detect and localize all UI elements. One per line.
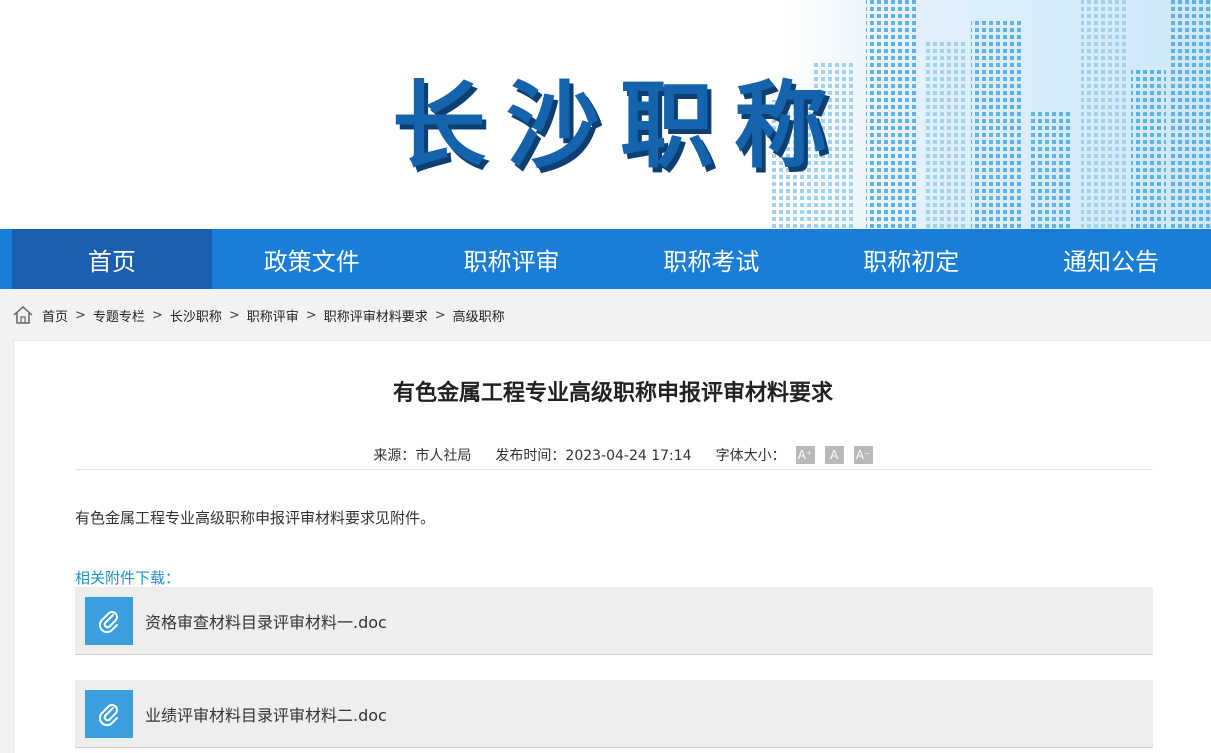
article-date: 发布时间：2023-04-24 17:14 bbox=[495, 448, 692, 464]
breadcrumb-separator: > bbox=[305, 307, 317, 323]
breadcrumb-item-materials[interactable]: 职称评审材料要求 bbox=[324, 306, 428, 325]
attachments-heading: 相关附件下载： bbox=[75, 569, 181, 587]
breadcrumb-item-topics[interactable]: 专题专栏 bbox=[93, 306, 145, 325]
breadcrumb-item-changsha[interactable]: 长沙职称 bbox=[170, 306, 222, 325]
home-icon[interactable] bbox=[12, 305, 34, 325]
breadcrumb-item-senior[interactable]: 高级职称 bbox=[453, 306, 505, 325]
article-meta: 来源：市人社局 发布时间：2023-04-24 17:14 字体大小： A⁺ A… bbox=[14, 445, 1211, 465]
attachment-link[interactable]: 资格审查材料目录评审材料一.doc bbox=[145, 609, 387, 633]
nav-item-initial[interactable]: 职称初定 bbox=[811, 229, 1011, 289]
paperclip-icon bbox=[85, 596, 133, 645]
font-default-button[interactable]: A bbox=[824, 446, 844, 464]
paperclip-icon bbox=[85, 689, 133, 738]
nav-item-notices[interactable]: 通知公告 bbox=[1011, 229, 1211, 289]
breadcrumb-separator: > bbox=[228, 307, 240, 323]
banner-title: 长沙职称 bbox=[392, 72, 849, 181]
meta-divider bbox=[75, 469, 1153, 470]
nav-item-home[interactable]: 首页 bbox=[12, 229, 212, 289]
breadcrumb-separator: > bbox=[151, 307, 163, 323]
main-nav: 首页 政策文件 职称评审 职称考试 职称初定 通知公告 bbox=[0, 229, 1211, 289]
article-panel: 有色金属工程专业高级职称申报评审材料要求 来源：市人社局 发布时间：2023-0… bbox=[13, 340, 1211, 753]
article-body: 有色金属工程专业高级职称申报评审材料要求见附件。 bbox=[75, 509, 436, 527]
nav-item-policy[interactable]: 政策文件 bbox=[212, 229, 412, 289]
nav-item-review[interactable]: 职称评审 bbox=[412, 229, 612, 289]
site-banner: 长沙职称 bbox=[0, 0, 1211, 229]
font-decrease-button[interactable]: A⁻ bbox=[853, 446, 873, 464]
font-increase-button[interactable]: A⁺ bbox=[795, 446, 815, 464]
font-size-label: 字体大小： bbox=[715, 448, 786, 464]
breadcrumb-separator: > bbox=[75, 307, 86, 323]
attachment-link[interactable]: 业绩评审材料目录评审材料二.doc bbox=[145, 702, 387, 726]
breadcrumb-separator: > bbox=[434, 307, 446, 323]
attachment-item[interactable]: 业绩评审材料目录评审材料二.doc bbox=[75, 680, 1153, 748]
breadcrumb: 首页 > 专题专栏 > 长沙职称 > 职称评审 > 职称评审材料要求 > 高级职… bbox=[12, 300, 505, 330]
breadcrumb-item-review[interactable]: 职称评审 bbox=[247, 306, 299, 325]
article-title: 有色金属工程专业高级职称申报评审材料要求 bbox=[392, 381, 833, 406]
nav-item-exam[interactable]: 职称考试 bbox=[611, 229, 811, 289]
article-source: 来源：市人社局 bbox=[373, 448, 472, 464]
breadcrumb-item-home[interactable]: 首页 bbox=[42, 306, 68, 325]
attachment-item[interactable]: 资格审查材料目录评审材料一.doc bbox=[75, 587, 1153, 655]
